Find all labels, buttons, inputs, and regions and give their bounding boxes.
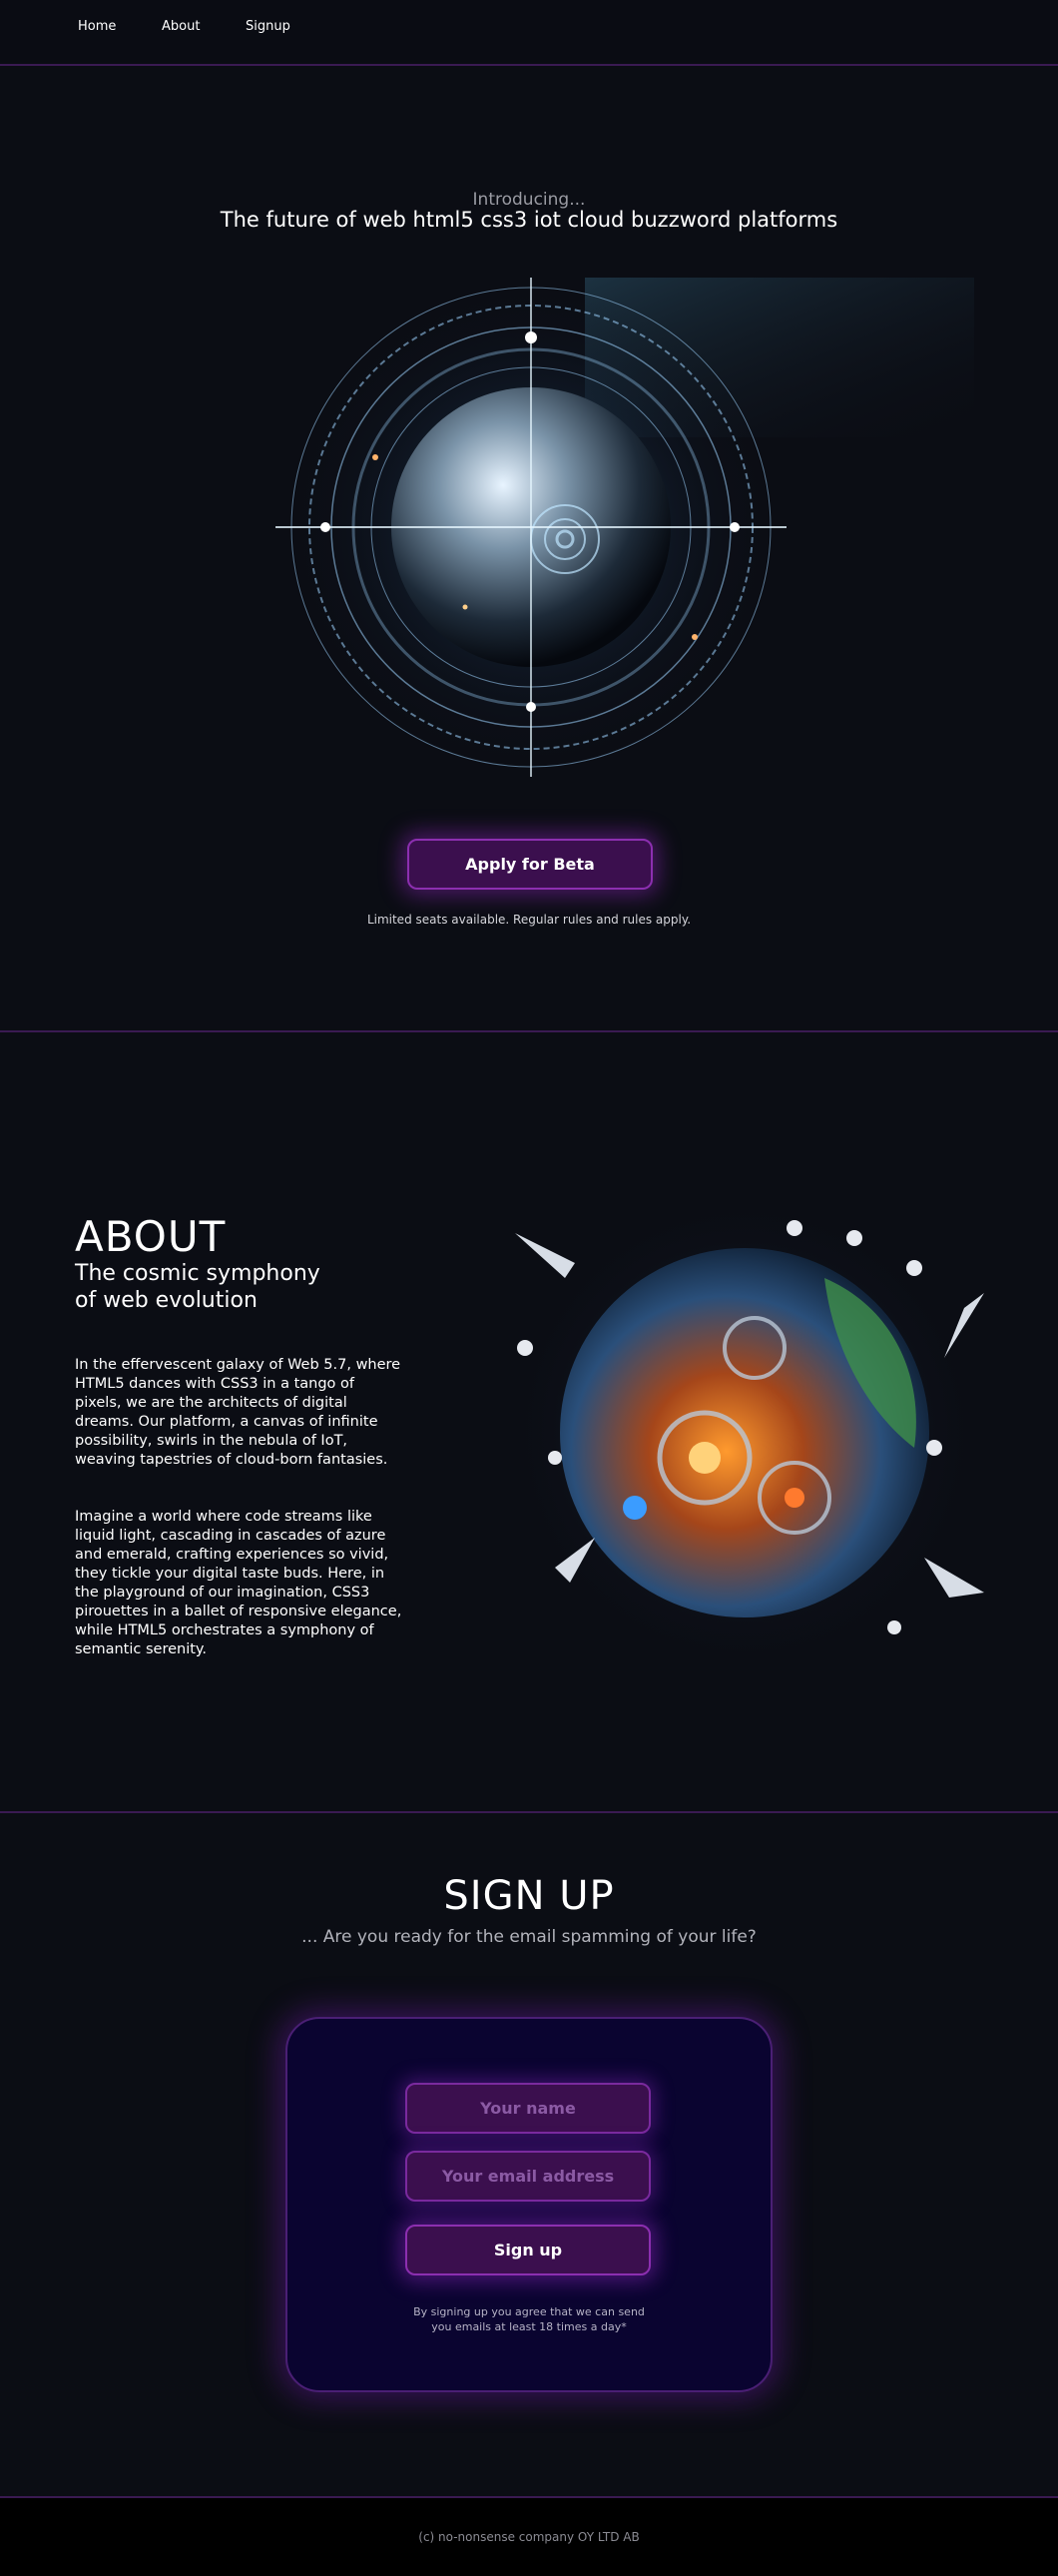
signup-disclaimer: By signing up you agree that we can send…: [399, 2304, 659, 2334]
about-paragraph-1: In the effervescent galaxy of Web 5.7, w…: [75, 1357, 401, 1468]
signup-title: SIGN UP: [443, 1873, 615, 1919]
email-input[interactable]: [405, 2151, 651, 2202]
signup-disclaimer-line2: you emails at least 18 times a day*: [431, 2320, 627, 2333]
nav-link-signup[interactable]: Signup: [246, 19, 290, 34]
hero-intro: Introducing...: [472, 190, 586, 210]
cosmic-planet-image: [505, 1208, 984, 1667]
about-paragraph-2: Imagine a world where code streams like …: [75, 1509, 402, 1657]
footer: (c) no-nonsense company OY LTD AB: [0, 2498, 1058, 2576]
nav-link-home[interactable]: Home: [78, 19, 116, 34]
signup-disclaimer-line1: By signing up you agree that we can send: [413, 2305, 645, 2318]
about-divider: [0, 1811, 1058, 1813]
top-nav: Home About Signup: [0, 0, 1058, 64]
hero-divider: [0, 1030, 1058, 1032]
beta-note: Limited seats available. Regular rules a…: [366, 913, 692, 927]
hero-title: The future of web html5 css3 iot cloud b…: [220, 208, 838, 232]
apply-for-beta-button[interactable]: Apply for Beta: [407, 839, 653, 890]
signup-button[interactable]: Sign up: [405, 2225, 651, 2275]
signup-card: [285, 2017, 773, 2392]
about-subtitle-line1: The cosmic symphony: [75, 1261, 320, 1286]
signup-subtitle: ... Are you ready for the email spamming…: [301, 1927, 757, 1947]
name-input[interactable]: [405, 2083, 651, 2134]
nav-link-about[interactable]: About: [162, 19, 200, 34]
about-title: ABOUT: [75, 1212, 227, 1261]
about-subtitle-line2: of web evolution: [75, 1288, 258, 1313]
globe-hero-image: [275, 278, 974, 777]
nav-divider: [0, 64, 1058, 66]
about-subtitle: The cosmic symphony of web evolution: [75, 1260, 374, 1314]
footer-copyright: (c) no-nonsense company OY LTD AB: [418, 2530, 640, 2544]
